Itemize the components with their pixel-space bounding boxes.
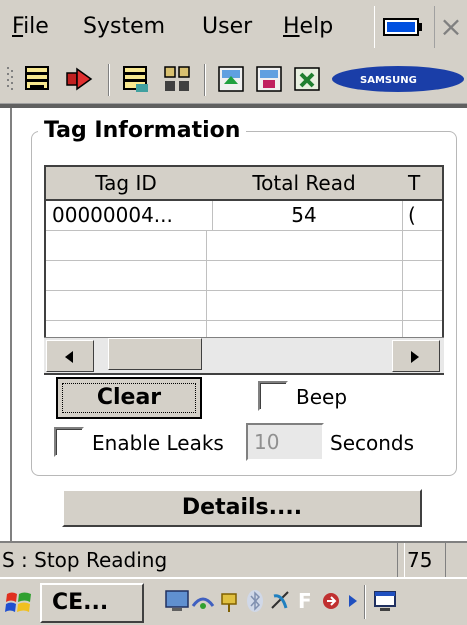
- grid-cell[interactable]: 00000004...: [46, 201, 213, 231]
- grid-cell[interactable]: [206, 261, 403, 291]
- close-button[interactable]: ×: [434, 6, 467, 48]
- status-count: 75: [404, 543, 446, 577]
- svg-text:SAMSUNG: SAMSUNG: [360, 75, 417, 86]
- excel-icon[interactable]: [292, 64, 322, 94]
- grid-cell[interactable]: [206, 291, 403, 321]
- menu-system[interactable]: System: [83, 6, 165, 48]
- scroll-thumb[interactable]: [108, 338, 202, 370]
- menu-help[interactable]: Help: [283, 6, 333, 48]
- grid-cell[interactable]: [206, 231, 403, 261]
- toolbar-grip-icon: [7, 67, 13, 90]
- grid-cell[interactable]: (: [402, 201, 442, 231]
- taskbar-separator: [364, 585, 366, 619]
- scroll-left-button[interactable]: [46, 340, 94, 372]
- grid-cell[interactable]: [46, 231, 207, 261]
- group-title: Tag Information: [38, 117, 247, 145]
- connection-icon[interactable]: [190, 588, 216, 614]
- desktop-icon[interactable]: [164, 588, 190, 614]
- tag-write-icon[interactable]: [120, 64, 150, 94]
- beep-checkbox[interactable]: [258, 381, 288, 411]
- grid-cell[interactable]: [402, 231, 442, 261]
- export-icon[interactable]: [216, 64, 246, 94]
- tray-arrow-icon[interactable]: [346, 588, 360, 614]
- start-read-icon[interactable]: [64, 64, 94, 94]
- menu-user[interactable]: User: [202, 6, 252, 48]
- import-icon[interactable]: [254, 64, 284, 94]
- sync-icon[interactable]: [320, 588, 346, 614]
- focus-rectangle: [62, 383, 196, 413]
- column-header-total-read[interactable]: Total Read: [206, 167, 403, 201]
- status-text: S : Stop Reading: [0, 543, 398, 577]
- bluetooth-icon[interactable]: [242, 588, 268, 614]
- plug-icon[interactable]: [216, 588, 242, 614]
- scroll-right-button[interactable]: [392, 340, 440, 372]
- grid-cell[interactable]: [46, 261, 207, 291]
- arrow-left-icon: [65, 351, 73, 363]
- beep-label: Beep: [296, 385, 348, 409]
- samsung-logo-icon: SAMSUNG: [332, 66, 464, 92]
- toolbar-separator: [108, 64, 110, 96]
- signal-icon[interactable]: [268, 588, 294, 614]
- battery-icon: [383, 18, 422, 36]
- grid-cell[interactable]: [402, 291, 442, 321]
- details-button[interactable]: Details....: [62, 489, 422, 527]
- arrow-right-icon: [411, 351, 419, 363]
- tray-letter[interactable]: F: [298, 588, 318, 614]
- enable-leaks-checkbox[interactable]: [54, 427, 84, 457]
- column-header-truncated[interactable]: T: [402, 167, 442, 201]
- menu-separator: [374, 6, 375, 48]
- horizontal-scrollbar[interactable]: [44, 337, 444, 373]
- grid-cell[interactable]: 54: [206, 201, 403, 231]
- menu-file[interactable]: File: [12, 6, 49, 48]
- column-header-tag-id[interactable]: Tag ID: [46, 167, 207, 201]
- grid-cell[interactable]: [402, 261, 442, 291]
- grid-cell[interactable]: [46, 291, 207, 321]
- enable-leaks-label: Enable Leaks: [92, 431, 224, 455]
- tag-list-icon[interactable]: [22, 64, 52, 94]
- seconds-input[interactable]: 10: [246, 423, 324, 461]
- battery-indicator[interactable]: [380, 6, 426, 48]
- taskbar-app-button[interactable]: CE...: [40, 583, 144, 623]
- toolbar: SAMSUNG: [0, 56, 467, 104]
- close-icon: ×: [439, 10, 463, 43]
- windows-flag-icon[interactable]: [4, 588, 34, 618]
- settings-icon[interactable]: [162, 64, 192, 94]
- show-desktop-icon[interactable]: [372, 588, 398, 614]
- toolbar-separator: [204, 64, 206, 96]
- seconds-label: Seconds: [330, 431, 415, 455]
